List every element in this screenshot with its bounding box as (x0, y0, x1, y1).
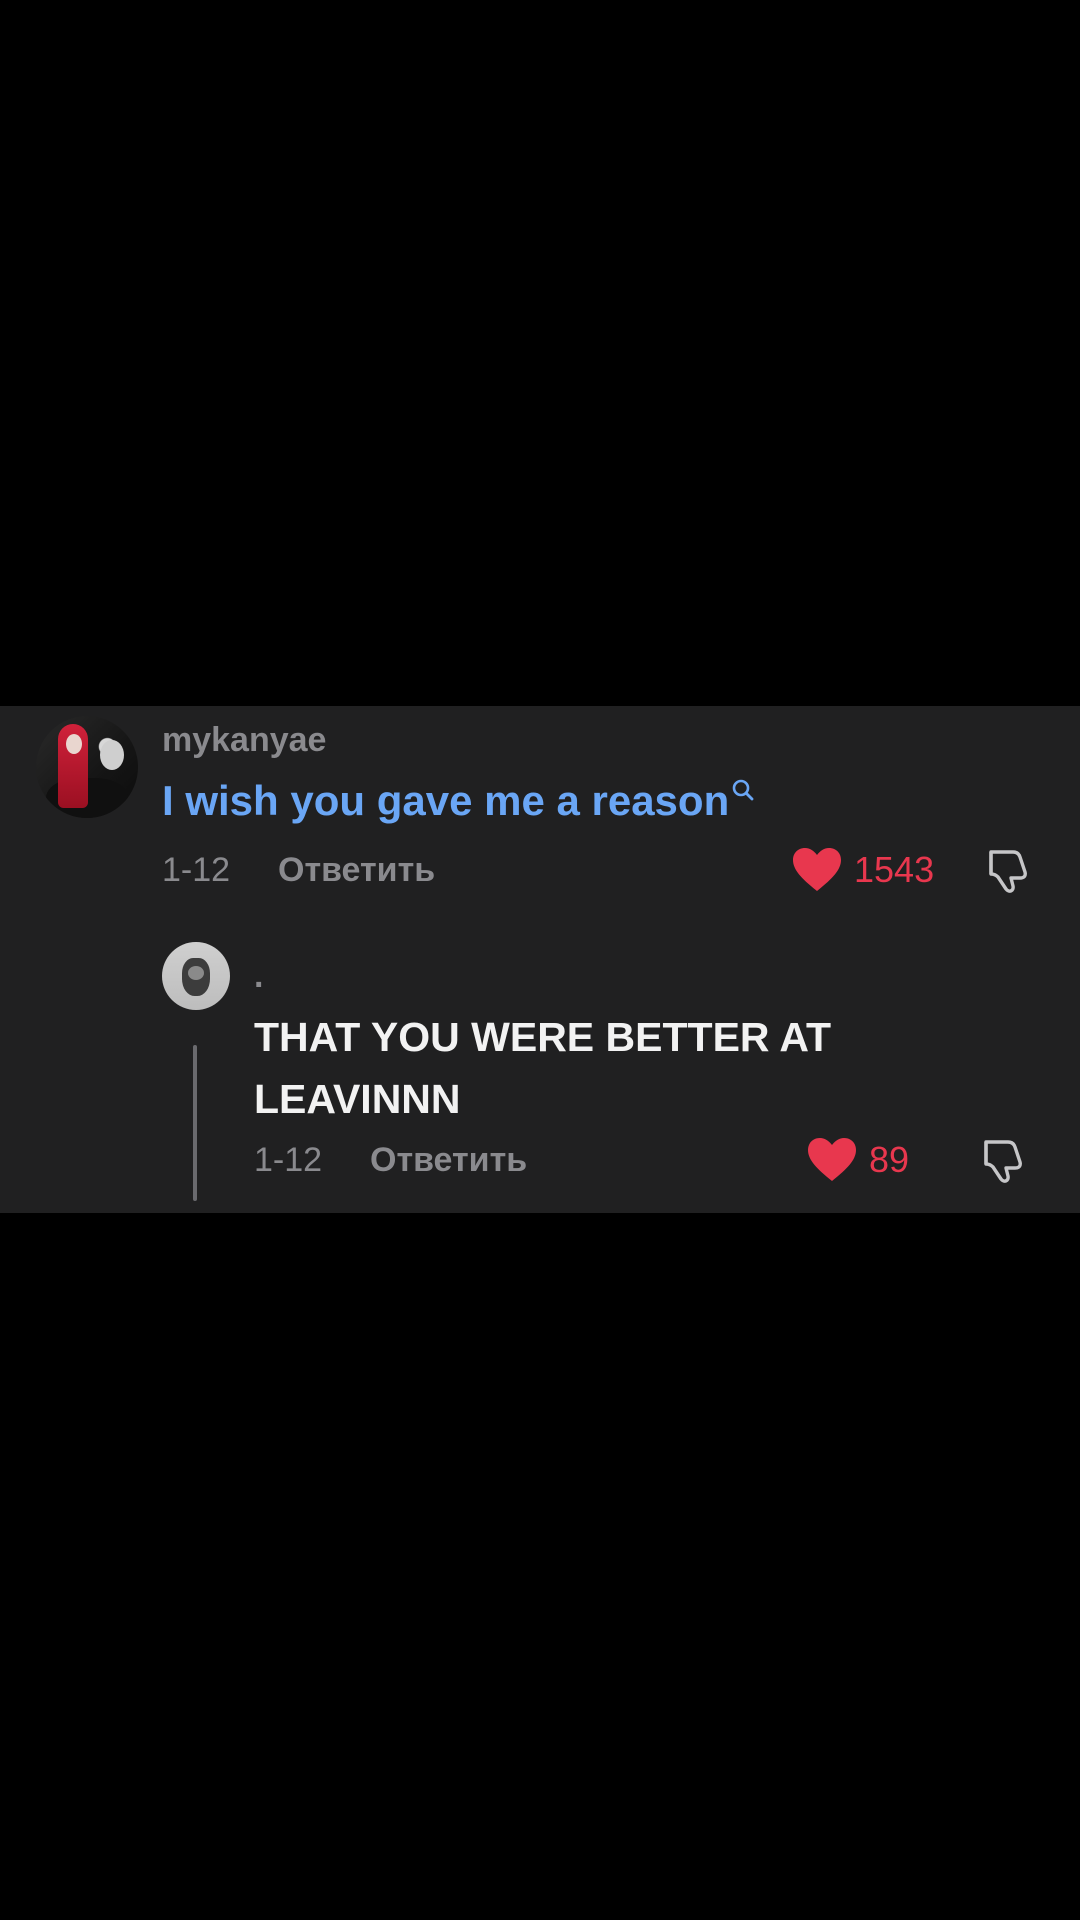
comment-text[interactable]: I wish you gave me a reason (162, 776, 755, 826)
reply-like-button[interactable]: 89 (807, 1136, 909, 1184)
reply-date: 1-12 (254, 1141, 323, 1179)
comment-date: 1-12 (162, 851, 231, 889)
comment-text-content[interactable]: I wish you gave me a reason (162, 777, 729, 824)
heart-icon (793, 848, 841, 891)
reply-to-reply-button[interactable]: Ответить (370, 1136, 527, 1184)
reply-like-count: 89 (869, 1139, 910, 1180)
heart-icon (808, 1138, 856, 1181)
comment-panel: mykanyae I wish you gave me a reason 1-1… (0, 706, 1080, 1213)
replier-username[interactable]: . (254, 956, 263, 996)
commenter-username[interactable]: mykanyae (162, 720, 326, 760)
like-button[interactable]: 1543 (792, 846, 934, 894)
search-icon[interactable] (731, 778, 755, 802)
reply-meta-row: 1-12 Ответить 89 (0, 1136, 1080, 1184)
replier-avatar[interactable] (162, 942, 230, 1010)
reply-button[interactable]: Ответить (278, 846, 435, 894)
thumbs-down-icon[interactable] (978, 1136, 1028, 1186)
reply-text[interactable]: THAT YOU WERE BETTER AT LEAVINNN (254, 1006, 954, 1130)
comment-meta-row: 1-12 Ответить 1543 (0, 846, 1080, 894)
thumbs-down-icon[interactable] (983, 846, 1033, 896)
screen: mykanyae I wish you gave me a reason 1-1… (0, 0, 1080, 1920)
commenter-avatar[interactable] (36, 716, 138, 818)
like-count: 1543 (854, 849, 935, 890)
